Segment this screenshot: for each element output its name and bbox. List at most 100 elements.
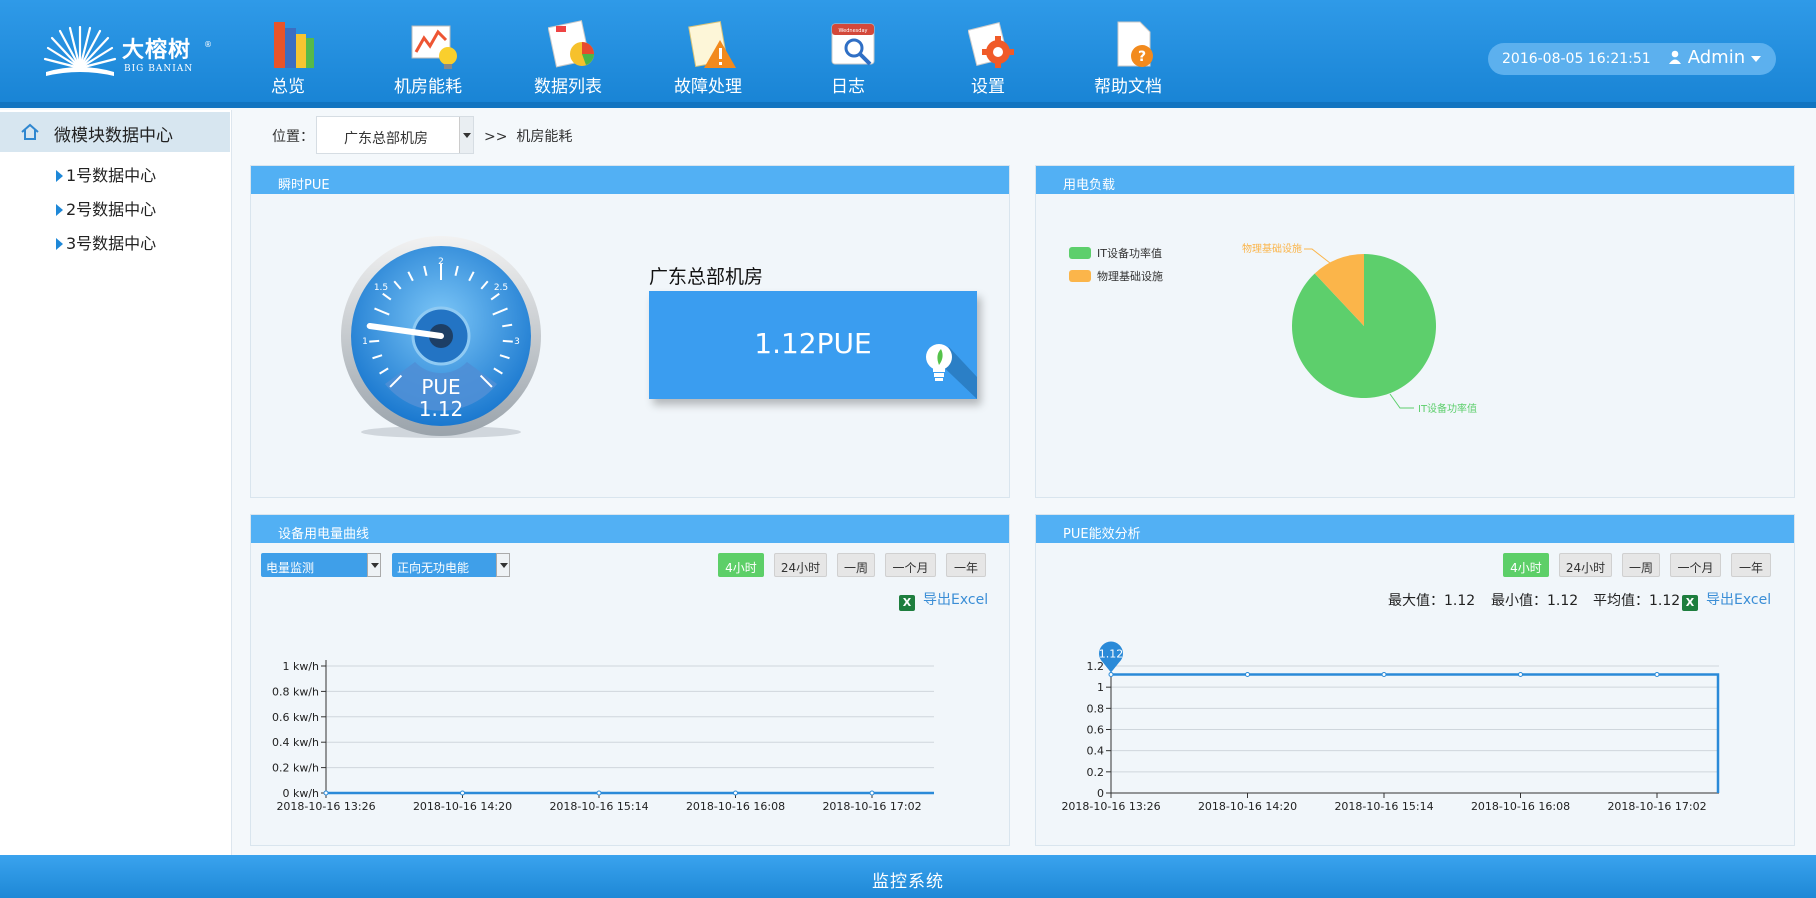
pie-leader-line <box>1304 248 1331 264</box>
data-point <box>1245 671 1250 677</box>
data-point <box>733 790 738 796</box>
data-point <box>460 790 465 796</box>
y-tick-label: 0 <box>1097 787 1104 800</box>
sidebar: 微模块数据中心 1号数据中心 2号数据中心 3号数据中心 <box>0 110 232 855</box>
nav-label: 帮助文档 <box>1094 77 1162 97</box>
legend-swatch <box>1069 270 1091 282</box>
pue-panel: 瞬时PUE 1 1.5 2 2.5 3 PUE 1.12 广东总部机房 1.12… <box>250 165 1010 498</box>
sidebar-title: 微模块数据中心 <box>54 126 173 146</box>
nav-settings[interactable]: 设置 <box>928 0 1048 100</box>
books-icon <box>274 22 314 68</box>
x-tick-label: 2018-10-16 17:02 <box>1607 800 1706 813</box>
nav-label: 故障处理 <box>674 77 742 97</box>
load-pie-chart: IT设备功率值 物理基础设施 IT设备功率值物理基础设施 <box>1069 242 1477 415</box>
calendar-log-icon: Wednesday <box>831 23 875 66</box>
data-point <box>869 790 875 796</box>
pue-line-chart: 0 0.2 0.4 0.6 0.8 1 1.2 2018-10-16 13:26 2018-10… <box>1061 641 1720 813</box>
y-tick-label: 0.8 kw/h <box>272 685 319 698</box>
nav-log[interactable]: Wednesday 日志 <box>788 0 908 100</box>
sidebar-item-label: 1号数据中心 <box>66 166 157 185</box>
footer: 监控系统 <box>0 855 1816 898</box>
warning-icon <box>688 20 736 68</box>
location-select[interactable]: 广东总部机房 <box>316 116 474 154</box>
data-point <box>323 790 329 796</box>
home-icon <box>21 123 39 140</box>
svg-text:?: ? <box>1138 49 1146 65</box>
panel-title: 用电负载 <box>1036 166 1794 194</box>
nav-label: 设置 <box>971 77 1005 97</box>
gauge-tick-label: 3 <box>514 337 520 347</box>
nav-label: 日志 <box>831 77 865 97</box>
x-tick-label: 2018-10-16 14:20 <box>413 800 512 813</box>
registered-mark: ® <box>204 40 212 49</box>
data-point <box>1654 671 1660 677</box>
breadcrumb-path: >> 机房能耗 <box>484 126 572 146</box>
pue-analysis-panel: PUE能效分析 4小时 24小时 一周 一个月 一年 最大值：1.12 最小值：… <box>1035 514 1795 846</box>
y-tick-label: 1 <box>1097 681 1104 694</box>
banyan-tree-icon <box>43 26 117 76</box>
pue-gauge: 1 1.5 2 2.5 3 PUE 1.12 <box>341 236 541 438</box>
gauge-tick <box>502 339 513 343</box>
data-point <box>1518 671 1523 677</box>
data-point <box>1108 671 1114 677</box>
sidebar-header[interactable]: 微模块数据中心 <box>0 112 230 152</box>
caret-right-icon <box>56 204 63 216</box>
x-tick-label: 2018-10-16 17:02 <box>822 800 921 813</box>
lightbulb-leaf-icon <box>926 344 977 399</box>
legend-label: 物理基础设施 <box>1097 269 1163 283</box>
power-line-chart: 0 kw/h 0.2 kw/h 0.4 kw/h 0.6 kw/h 0.8 kw/h 1 … <box>272 660 934 813</box>
legend-swatch <box>1069 247 1091 259</box>
breadcrumb: 位置： 广东总部机房 >> 机房能耗 <box>232 112 1816 154</box>
breadcrumb-separator: >> <box>484 129 508 145</box>
nav-label: 机房能耗 <box>394 77 462 97</box>
x-tick-label: 2018-10-16 15:14 <box>1334 800 1433 813</box>
y-tick-label: 0.8 <box>1087 702 1105 715</box>
energy-chart-icon <box>411 25 457 69</box>
calendar-weekday: Wednesday <box>839 28 868 34</box>
sidebar-item-label: 2号数据中心 <box>66 200 157 219</box>
legend-label: IT设备功率值 <box>1097 246 1162 260</box>
username: Admin <box>1687 47 1746 68</box>
data-point <box>1381 671 1387 677</box>
nav-help[interactable]: ? 帮助文档 <box>1068 0 1188 100</box>
y-tick-label: 0.2 <box>1087 766 1105 779</box>
top-header: 大榕树 ® BIG BANIAN 总览 机房能耗 数据列表 故障处理 Wedne… <box>0 0 1816 108</box>
y-tick-label: 0.4 kw/h <box>272 736 319 749</box>
room-name: 广东总部机房 <box>649 266 764 288</box>
chevron-down-icon <box>1750 56 1761 62</box>
nav-fault[interactable]: 故障处理 <box>648 0 768 100</box>
pie-leader-line <box>1389 393 1414 409</box>
sidebar-item-dc3[interactable]: 3号数据中心 <box>56 230 156 254</box>
y-tick-label: 0.2 kw/h <box>272 762 319 775</box>
location-select-value: 广东总部机房 <box>344 131 428 147</box>
logo-text-en: BIG BANIAN <box>124 64 194 74</box>
nav-label: 数据列表 <box>534 77 602 97</box>
time-user-box: 2016-08-05 16:21:51 Admin <box>1488 43 1776 75</box>
chevron-down-icon <box>459 117 473 153</box>
data-report-icon <box>548 20 594 68</box>
gauge-tick-label: 1 <box>362 337 368 347</box>
nav-energy[interactable]: 机房能耗 <box>368 0 488 100</box>
x-tick-label: 2018-10-16 13:26 <box>276 800 375 813</box>
sidebar-item-dc1[interactable]: 1号数据中心 <box>56 162 156 186</box>
series-line <box>1111 673 1720 793</box>
pue-value-card: 1.12PUE <box>649 291 977 399</box>
y-tick-label: 0.6 kw/h <box>272 711 319 724</box>
nav-data-list[interactable]: 数据列表 <box>508 0 628 100</box>
gauge-label: PUE <box>421 375 460 399</box>
user-menu[interactable]: Admin <box>1668 47 1761 68</box>
value-marker-label: 1.12 <box>1099 647 1124 660</box>
nav-overview[interactable]: 总览 <box>228 0 348 100</box>
y-tick-label: 0.4 <box>1087 745 1105 758</box>
gear-icon <box>968 22 1014 68</box>
y-tick-label: 1.2 <box>1087 660 1105 673</box>
y-tick-label: 1 kw/h <box>282 660 319 673</box>
help-document-icon: ? <box>1117 21 1153 67</box>
sidebar-item-dc2[interactable]: 2号数据中心 <box>56 196 156 220</box>
gauge-tick-label: 1.5 <box>374 283 388 293</box>
sidebar-item-label: 3号数据中心 <box>66 234 157 253</box>
gauge-value: 1.12 <box>419 397 464 421</box>
data-point <box>596 790 602 796</box>
x-tick-label: 2018-10-16 16:08 <box>686 800 785 813</box>
x-tick-label: 2018-10-16 13:26 <box>1061 800 1160 813</box>
